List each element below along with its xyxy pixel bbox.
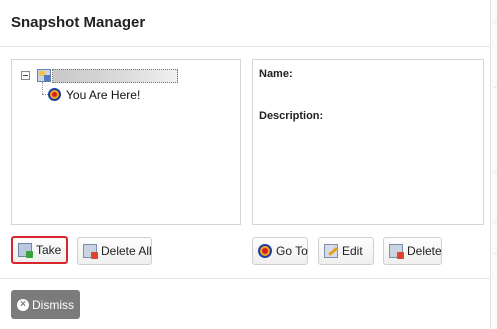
take-button[interactable]: Take: [11, 236, 68, 264]
tree-connector-line: [42, 82, 43, 94]
go-to-button[interactable]: Go To: [252, 237, 308, 265]
camera-add-icon: [18, 243, 33, 258]
collapse-toggle-icon[interactable]: [21, 71, 30, 80]
snapshot-root-name[interactable]: [52, 69, 178, 83]
pencil-edit-icon: [324, 244, 338, 258]
snapshot-details-panel: Name: Description:: [252, 59, 484, 225]
snapshot-delete-icon: [389, 244, 404, 259]
go-to-button-label: Go To: [276, 244, 308, 258]
dialog-title: Snapshot Manager: [11, 14, 146, 31]
header-divider: [0, 46, 490, 47]
footer-divider: [0, 278, 490, 279]
target-icon: [48, 88, 61, 101]
dismiss-button[interactable]: × Dismiss: [11, 290, 80, 319]
delete-all-button-label: Delete All: [101, 244, 152, 258]
delete-button-label: Delete: [407, 244, 442, 258]
snapshot-tree-panel[interactable]: You Are Here!: [11, 59, 241, 257]
snapshot-delete-icon: [83, 244, 98, 259]
edit-button[interactable]: Edit: [318, 237, 374, 265]
target-icon: [258, 244, 272, 258]
delete-button[interactable]: Delete: [383, 237, 442, 265]
edit-button-label: Edit: [342, 244, 363, 258]
background-window-edge: [490, 0, 497, 329]
take-button-label: Take: [36, 243, 62, 257]
description-label: Description:: [259, 110, 324, 122]
delete-all-button[interactable]: Delete All: [77, 237, 152, 265]
close-circle-icon: ×: [17, 298, 29, 311]
dismiss-button-label: Dismiss: [32, 297, 74, 312]
name-label: Name:: [259, 68, 293, 80]
vm-snapshot-icon: [37, 69, 51, 82]
snapshot-manager-dialog: Snapshot Manager You Are Here! Name: Des…: [0, 0, 497, 329]
current-state-label[interactable]: You Are Here!: [66, 88, 140, 102]
